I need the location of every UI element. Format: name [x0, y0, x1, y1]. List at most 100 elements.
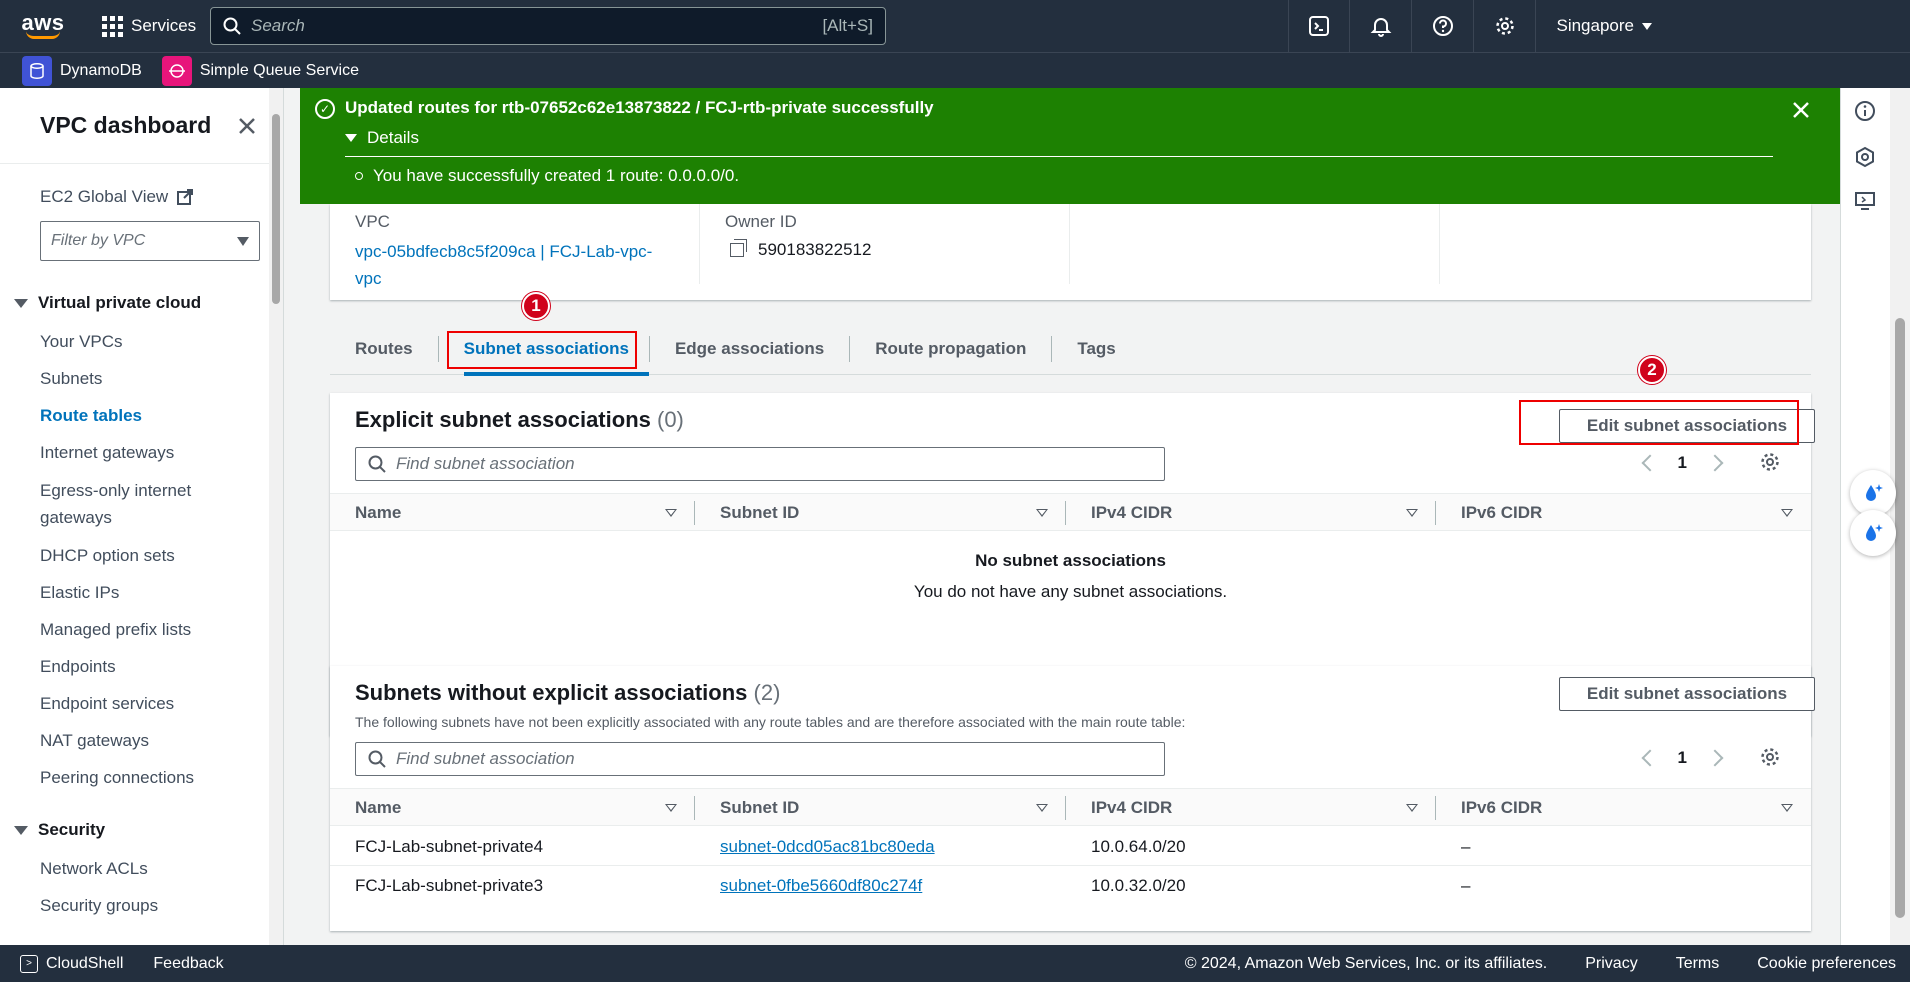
notifications-button[interactable]	[1350, 0, 1413, 52]
info-icon[interactable]	[1854, 100, 1876, 122]
sidebar-item-network-acls[interactable]: Network ACLs	[0, 850, 283, 887]
search-shortcut: [Alt+S]	[822, 16, 873, 35]
main-content: VPC vpc-05bdfecb8c5f209ca | FCJ-Lab-vpc-…	[300, 88, 1840, 945]
sort-icon	[1406, 804, 1418, 812]
sidebar-item-your-vpcs[interactable]: Your VPCs	[0, 323, 283, 360]
global-search[interactable]: [Alt+S]	[210, 7, 886, 45]
explicit-find-filter[interactable]	[355, 447, 1165, 481]
cloudshell-label: CloudShell	[46, 954, 124, 972]
subnet-link[interactable]: subnet-0dcd05ac81bc80eda	[720, 837, 935, 857]
flash-close-button[interactable]	[1792, 98, 1810, 126]
privacy-link[interactable]: Privacy	[1585, 955, 1637, 973]
copy-icon[interactable]	[730, 239, 747, 257]
page-number[interactable]: 1	[1678, 453, 1687, 473]
search-icon	[368, 455, 386, 473]
region-selector[interactable]: Singapore	[1536, 0, 1680, 52]
filter-placeholder: Filter by VPC	[51, 232, 146, 249]
close-icon[interactable]	[237, 116, 257, 136]
section-label: Virtual private cloud	[38, 293, 202, 312]
cloudshell-nav-button[interactable]	[1288, 0, 1351, 52]
chevron-left-icon[interactable]	[1641, 454, 1659, 472]
cookie-preferences-link[interactable]: Cookie preferences	[1757, 955, 1896, 973]
hexagon-settings-icon[interactable]	[1854, 146, 1876, 168]
column-header-ipv6-cidr[interactable]: IPv6 CIDR	[1436, 789, 1811, 827]
section-security[interactable]: Security	[0, 810, 283, 850]
favorite-dynamodb[interactable]: DynamoDB	[22, 55, 142, 86]
feedback-screen-icon[interactable]	[1854, 190, 1876, 212]
explicit-preferences-button[interactable]	[1759, 451, 1781, 478]
page-number[interactable]: 1	[1678, 748, 1687, 768]
gear-icon	[1761, 748, 1779, 766]
tab-route-propagation[interactable]: Route propagation	[850, 323, 1051, 375]
terms-link[interactable]: Terms	[1676, 955, 1720, 973]
vpc-link[interactable]: vpc-05bdfecb8c5f209ca | FCJ-Lab-vpc-vpc	[355, 238, 675, 292]
sidebar-item-endpoints[interactable]: Endpoints	[0, 648, 283, 685]
table-row: FCJ-Lab-subnet-private3 subnet-0fbe5660d…	[330, 866, 1811, 905]
search-input[interactable]	[251, 16, 823, 36]
tab-tags[interactable]: Tags	[1052, 323, 1140, 375]
filter-by-vpc-select[interactable]: Filter by VPC	[40, 221, 260, 261]
implicit-find-filter[interactable]	[355, 742, 1165, 776]
flash-details-toggle[interactable]: Details	[345, 128, 419, 148]
sidebar-item-ec2-global-view[interactable]: EC2 Global View	[0, 178, 283, 215]
section-count: (0)	[657, 407, 684, 432]
explicit-table-header: Name Subnet ID IPv4 CIDR IPv6 CIDR	[330, 493, 1811, 531]
sort-icon	[1781, 804, 1793, 812]
column-header-subnet-id[interactable]: Subnet ID	[695, 494, 1066, 532]
implicit-description: The following subnets have not been expl…	[355, 714, 1186, 730]
column-header-name[interactable]: Name	[330, 789, 695, 827]
bell-icon	[1370, 18, 1392, 37]
top-navigation: aws Services [Alt+S] Singapore	[0, 0, 1910, 52]
cell-ipv4: 10.0.32.0/20	[1091, 875, 1186, 895]
sidebar-item-endpoint-services[interactable]: Endpoint services	[0, 685, 283, 722]
sidebar-item-peering-connections[interactable]: Peering connections	[0, 759, 283, 796]
column-header-name[interactable]: Name	[330, 494, 695, 532]
sidebar-item-dhcp-option-sets[interactable]: DHCP option sets	[0, 537, 283, 574]
chevron-left-icon[interactable]	[1641, 749, 1659, 767]
terminal-icon	[1309, 16, 1330, 36]
favorites-bar: DynamoDB Simple Queue Service	[0, 52, 1910, 88]
scrollbar-thumb[interactable]	[1895, 318, 1905, 918]
help-button[interactable]	[1412, 0, 1475, 52]
annotation-badge-2: 2	[1638, 356, 1666, 384]
sidebar-item-route-tables[interactable]: Route tables	[0, 397, 283, 434]
scrollbar-thumb[interactable]	[272, 114, 280, 304]
sidebar-item-managed-prefix-lists[interactable]: Managed prefix lists	[0, 611, 283, 648]
implicit-find-input[interactable]	[396, 749, 1152, 769]
aws-logo[interactable]: aws	[8, 0, 78, 52]
sidebar-item-internet-gateways[interactable]: Internet gateways	[0, 434, 283, 471]
settings-button[interactable]	[1474, 0, 1537, 52]
subnet-link[interactable]: subnet-0fbe5660df80c274f	[720, 876, 922, 896]
explicit-find-input[interactable]	[396, 454, 1152, 474]
footer-feedback-link[interactable]: Feedback	[153, 955, 223, 973]
section-virtual-private-cloud[interactable]: Virtual private cloud	[0, 283, 283, 323]
sort-icon	[1036, 509, 1048, 517]
edit-implicit-associations-button[interactable]: Edit subnet associations	[1559, 677, 1815, 711]
gear-icon	[1496, 17, 1514, 35]
details-col-owner: Owner ID 590183822512	[700, 204, 1070, 284]
sidebar-item-egress-only-gateways[interactable]: Egress-only internet gateways	[0, 471, 283, 537]
annotation-badge-1: 1	[522, 292, 550, 320]
sidebar-item-elastic-ips[interactable]: Elastic IPs	[0, 574, 283, 611]
sidebar-item-nat-gateways[interactable]: NAT gateways	[0, 722, 283, 759]
vpc-label: VPC	[355, 212, 390, 231]
tab-routes[interactable]: Routes	[330, 323, 438, 375]
external-link-icon	[177, 188, 194, 205]
chevron-right-icon[interactable]	[1706, 454, 1724, 472]
chevron-right-icon[interactable]	[1706, 749, 1724, 767]
column-header-ipv4-cidr[interactable]: IPv4 CIDR	[1066, 789, 1436, 827]
assistant-bubble-2[interactable]	[1850, 510, 1896, 556]
column-header-ipv6-cidr[interactable]: IPv6 CIDR	[1436, 494, 1811, 532]
dynamodb-icon	[22, 55, 52, 86]
sidebar-item-security-groups[interactable]: Security groups	[0, 887, 283, 924]
column-header-subnet-id[interactable]: Subnet ID	[695, 789, 1066, 827]
footer-cloudshell-button[interactable]: > CloudShell	[20, 954, 124, 973]
tab-edge-associations[interactable]: Edge associations	[650, 323, 849, 375]
column-header-ipv4-cidr[interactable]: IPv4 CIDR	[1066, 494, 1436, 532]
sidebar-scrollbar[interactable]	[269, 88, 283, 945]
favorite-sqs[interactable]: Simple Queue Service	[161, 55, 359, 86]
services-menu[interactable]: Services	[102, 15, 196, 37]
flash-detail-item: You have successfully created 1 route: 0…	[355, 166, 739, 186]
implicit-preferences-button[interactable]	[1759, 746, 1781, 773]
sidebar-item-subnets[interactable]: Subnets	[0, 360, 283, 397]
